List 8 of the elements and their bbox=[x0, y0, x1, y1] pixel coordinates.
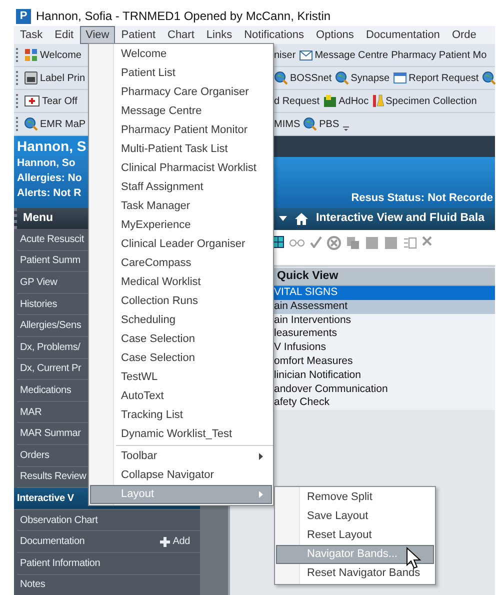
resus-status: Resus Status: Not Recorde bbox=[351, 190, 493, 206]
app-logo: P bbox=[16, 8, 31, 24]
allergies-text: Allergies: No bbox=[17, 171, 82, 186]
patient-name: Hannon, So bbox=[17, 156, 76, 171]
alerts-text: Alerts: Not R bbox=[17, 186, 82, 201]
view-title: Interactive View and Fluid Bala bbox=[316, 211, 485, 226]
window-title: Hannon, Sofia - TRNMED1 Opened by McCann, Kristin bbox=[36, 8, 331, 25]
patient-name: Hannon, S bbox=[17, 136, 90, 156]
